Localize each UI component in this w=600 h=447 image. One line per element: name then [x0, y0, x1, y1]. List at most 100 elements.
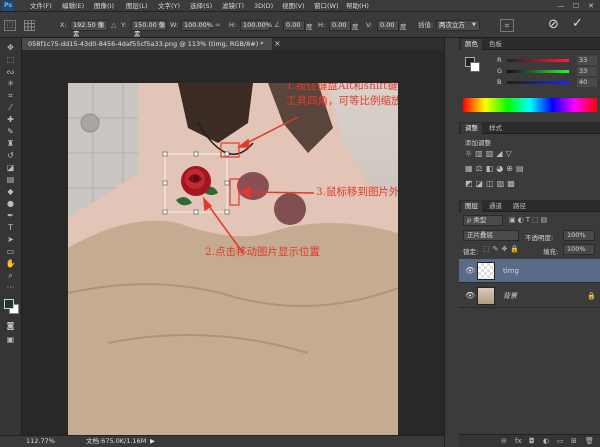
layer-filter-icons[interactable]: ▣◐T⬚▤ [509, 216, 549, 224]
opacity-field[interactable]: 100% [563, 230, 595, 241]
fx-icon[interactable]: fx [515, 437, 522, 445]
minimize-button[interactable]: — [554, 0, 568, 12]
eyedropper-tool-icon[interactable]: ⁄ [4, 102, 17, 113]
adjustment-icons-row-1[interactable]: ☼▥▨◢▽ [465, 149, 515, 158]
menu-select[interactable]: 选择(S) [190, 1, 212, 11]
tab-color[interactable]: 颜色 [461, 39, 482, 50]
layer-row-background[interactable]: 👁 背景 🔒 [459, 284, 600, 308]
foreground-color-swatch[interactable] [4, 299, 14, 309]
menu-view[interactable]: 视图(V) [282, 1, 305, 11]
green-slider[interactable]: G 33 [497, 67, 597, 76]
healing-brush-tool-icon[interactable]: ✚ [4, 114, 17, 125]
menu-edit[interactable]: 编辑(E) [62, 1, 84, 11]
marquee-tool-icon[interactable]: ⬚ [4, 54, 17, 65]
color-bg-swatch[interactable] [470, 62, 480, 72]
trash-icon[interactable]: 🗑 [585, 437, 594, 445]
y-position-field[interactable]: 150.00 像素 [131, 20, 167, 38]
layer-name[interactable]: 背景 [503, 284, 517, 308]
green-value[interactable]: 33 [577, 67, 597, 76]
document-tab[interactable]: 058f1c75-dd15-43d0-8456-4daf55cf5a33.png… [22, 38, 272, 50]
adjustment-icons-row-3[interactable]: ◩◪◫▧▩ [465, 179, 518, 188]
canvas-area[interactable]: 1.按住键盘Alt和shift键，鼠标移动变形 工具四角，可等比例缩放图片 3.… [22, 50, 444, 435]
color-spectrum-bar[interactable] [463, 98, 597, 112]
quick-mask-icon[interactable]: ◙ [4, 320, 17, 331]
canvas-image[interactable]: 1.按住键盘Alt和shift键，鼠标移动变形 工具四角，可等比例缩放图片 3.… [68, 83, 398, 435]
mask-icon[interactable]: ◘ [529, 437, 535, 445]
color-panel-tabs: 颜色 色板 [459, 38, 600, 50]
h-skew-field[interactable]: 0.00 [329, 20, 351, 31]
clone-stamp-tool-icon[interactable]: ♜ [4, 138, 17, 149]
rectangle-tool-icon[interactable]: ▭ [4, 246, 17, 257]
crop-tool-icon[interactable]: ⌗ [4, 90, 17, 101]
blur-tool-icon[interactable]: ◆ [4, 186, 17, 197]
x-position-field[interactable]: 192.50 像素 [70, 20, 108, 38]
blue-value[interactable]: 40 [577, 78, 597, 87]
history-brush-tool-icon[interactable]: ↺ [4, 150, 17, 161]
cancel-transform-button[interactable]: ⊘ [548, 17, 559, 32]
width-field[interactable]: 100.00% [181, 20, 213, 31]
close-document-icon[interactable]: × [274, 38, 281, 50]
zoom-tool-icon[interactable]: ⌕ [4, 270, 17, 281]
tab-channels[interactable]: 通道 [485, 201, 506, 212]
type-tool-icon[interactable]: T [4, 222, 17, 233]
link-layers-icon[interactable]: ⊖ [501, 437, 507, 445]
angle-field[interactable]: 0.00 [283, 20, 305, 31]
path-selection-tool-icon[interactable]: ➤ [4, 234, 17, 245]
lock-icons[interactable]: ⬚✎✥🔒 [483, 245, 522, 253]
tab-adjustments[interactable]: 调整 [461, 123, 482, 134]
layer-filter-select[interactable]: ρ 类型 [463, 215, 503, 226]
photoshop-logo[interactable]: Ps [2, 1, 14, 11]
menu-help[interactable]: 帮助(H) [346, 1, 369, 11]
layer-name[interactable]: timg [503, 259, 519, 283]
close-window-button[interactable]: ✕ [584, 0, 598, 12]
menu-layer[interactable]: 图层(L) [126, 1, 148, 11]
red-slider[interactable]: R 33 [497, 56, 597, 65]
commit-transform-button[interactable]: ✓ [572, 16, 583, 31]
tab-swatches[interactable]: 色板 [485, 39, 506, 50]
hand-tool-icon[interactable]: ✋ [4, 258, 17, 269]
adjustment-icons-row-2[interactable]: ▦⚖◧◕⊕▤ [465, 164, 527, 173]
blend-mode-select[interactable]: 正片叠底 [463, 230, 519, 241]
adjust-icon[interactable]: ◐ [543, 437, 549, 445]
gradient-tool-icon[interactable]: ▤ [4, 174, 17, 185]
more-tools-icon[interactable]: ··· [4, 282, 17, 293]
menu-type[interactable]: 文字(Y) [158, 1, 180, 11]
magic-wand-tool-icon[interactable]: ✳ [4, 78, 17, 89]
menu-3d[interactable]: 3D(D) [254, 1, 273, 11]
new-layer-icon[interactable]: ⊞ [571, 437, 577, 445]
menu-filter[interactable]: 滤镜(T) [222, 1, 244, 11]
fill-field[interactable]: 100% [563, 244, 595, 255]
annotation-step-3: 3.鼠标移到图片外面可旋转图片 [316, 186, 398, 198]
height-field[interactable]: 100.00% [240, 20, 272, 31]
lasso-tool-icon[interactable]: ᔓ [4, 66, 17, 77]
visibility-eye-icon[interactable]: 👁 [465, 259, 475, 283]
dodge-tool-icon[interactable]: ● [4, 198, 17, 209]
screen-mode-icon[interactable]: ▣ [4, 334, 17, 345]
restore-button[interactable]: ☐ [569, 0, 583, 12]
menu-file[interactable]: 文件(F) [30, 1, 52, 11]
status-menu-arrow[interactable]: ▶ [150, 436, 155, 447]
red-value[interactable]: 33 [577, 56, 597, 65]
tab-paths[interactable]: 路径 [509, 201, 530, 212]
w-label: W: [170, 21, 179, 29]
visibility-eye-icon[interactable]: 👁 [465, 284, 475, 308]
eraser-tool-icon[interactable]: ◪ [4, 162, 17, 173]
move-tool-icon[interactable]: ✥ [4, 42, 17, 53]
zoom-level[interactable]: 112.77% [26, 436, 55, 447]
warp-mode-icon[interactable]: ⌗ [500, 19, 514, 32]
document-size-info: 文档:675.0K/1.16M [86, 437, 147, 445]
menu-window[interactable]: 窗口(W) [314, 1, 339, 11]
tab-layers[interactable]: 图层 [461, 201, 482, 212]
menu-image[interactable]: 图像(I) [94, 1, 114, 11]
relative-position-icon[interactable]: △ [111, 21, 116, 29]
layer-row-timg[interactable]: 👁 timg [459, 259, 600, 283]
link-icon[interactable]: ∞ [215, 21, 221, 29]
transform-tool-icon[interactable]: ⬚ [4, 20, 16, 31]
pen-tool-icon[interactable]: ✒ [4, 210, 17, 221]
folder-icon[interactable]: ▭ [557, 437, 564, 445]
tab-styles[interactable]: 样式 [485, 123, 506, 134]
v-skew-field[interactable]: 0.00 [377, 20, 399, 31]
brush-tool-icon[interactable]: ✎ [4, 126, 17, 137]
blue-slider[interactable]: B 40 [497, 78, 597, 87]
reference-point-icon[interactable] [24, 20, 35, 31]
